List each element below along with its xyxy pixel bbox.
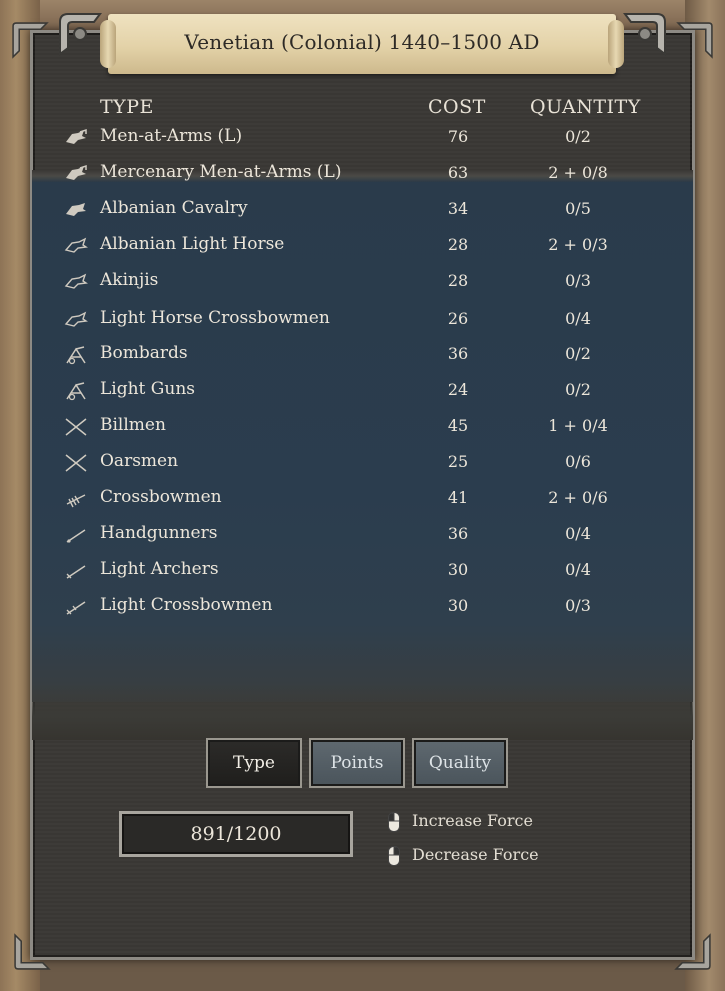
corner-ornament-outer-top-left xyxy=(10,20,50,60)
unit-name: Albanian Cavalry xyxy=(100,198,248,218)
unit-quantity: 2 + 0/3 xyxy=(548,235,608,254)
unit-quantity: 2 + 0/8 xyxy=(548,163,608,182)
unit-cost: 63 xyxy=(447,163,469,182)
corner-ornament-bottom-right xyxy=(673,932,713,972)
unit-quantity: 0/3 xyxy=(565,271,591,290)
handgun-icon xyxy=(64,525,88,545)
unit-cost: 24 xyxy=(447,380,469,399)
map-backdrop-edge xyxy=(32,682,693,740)
unit-name: Light Crossbowmen xyxy=(100,595,273,615)
cavalry-icon xyxy=(64,200,88,220)
unit-cost: 28 xyxy=(447,271,469,290)
unit-row[interactable]: Crossbowmen 41 2 + 0/6 xyxy=(58,485,658,515)
artillery-icon xyxy=(64,381,88,401)
unit-quantity: 1 + 0/4 xyxy=(548,416,608,435)
unit-row[interactable]: Albanian Light Horse 28 2 + 0/3 xyxy=(58,232,658,262)
heavy-cavalry-icon xyxy=(64,164,88,184)
unit-quantity: 0/2 xyxy=(565,127,591,146)
unit-cost: 41 xyxy=(447,488,469,507)
unit-name: Light Guns xyxy=(100,379,195,399)
unit-name: Oarsmen xyxy=(100,451,179,471)
unit-name: Bombards xyxy=(100,343,188,363)
bow-icon xyxy=(64,561,88,581)
mouse-right-click-icon xyxy=(388,846,400,866)
corner-ornament-top-right xyxy=(619,8,671,60)
unit-quantity: 0/2 xyxy=(565,344,591,363)
light-horse-icon xyxy=(64,236,88,256)
crossbow-icon xyxy=(64,489,88,509)
heavy-cavalry-icon xyxy=(64,128,88,148)
unit-row[interactable]: Light Archers 30 0/4 xyxy=(58,557,658,587)
unit-row[interactable]: Handgunners 36 0/4 xyxy=(58,521,658,551)
unit-row[interactable]: Mercenary Men-at-Arms (L) 63 2 + 0/8 xyxy=(58,160,658,190)
sort-by-quality-button[interactable]: Quality xyxy=(412,738,508,788)
decrease-force-label: Decrease Force xyxy=(412,845,539,864)
unit-quantity: 0/3 xyxy=(565,596,591,615)
unit-name: Albanian Light Horse xyxy=(100,234,285,254)
unit-name: Crossbowmen xyxy=(100,487,222,507)
column-header-type: TYPE xyxy=(100,96,154,118)
unit-name: Billmen xyxy=(100,415,166,435)
unit-quantity: 0/6 xyxy=(565,452,591,471)
column-header-cost: COST xyxy=(428,96,486,118)
sort-by-points-button[interactable]: Points xyxy=(309,738,405,788)
unit-quantity: 0/2 xyxy=(565,380,591,399)
unit-row[interactable]: Light Guns 24 0/2 xyxy=(58,377,658,407)
crossed-pikes-icon xyxy=(64,453,88,473)
unit-cost: 36 xyxy=(447,524,469,543)
unit-row[interactable]: Light Horse Crossbowmen 26 0/4 xyxy=(58,306,658,336)
unit-cost: 30 xyxy=(447,596,469,615)
unit-name: Men-at-Arms (L) xyxy=(100,126,243,146)
army-list-title: Venetian (Colonial) 1440–1500 AD xyxy=(184,30,540,54)
unit-name: Light Archers xyxy=(100,559,219,579)
unit-row[interactable]: Akinjis 28 0/3 xyxy=(58,268,658,298)
title-banner: Venetian (Colonial) 1440–1500 AD xyxy=(100,14,624,74)
mouse-left-click-icon xyxy=(388,812,400,832)
increase-force-label: Increase Force xyxy=(412,811,533,830)
unit-name: Mercenary Men-at-Arms (L) xyxy=(100,162,342,182)
light-horse-icon xyxy=(64,310,88,330)
unit-cost: 25 xyxy=(447,452,469,471)
corner-ornament-bottom-left xyxy=(12,932,52,972)
corner-ornament-top-left xyxy=(54,8,106,60)
unit-quantity: 2 + 0/6 xyxy=(548,488,608,507)
unit-row[interactable]: Oarsmen 25 0/6 xyxy=(58,449,658,479)
column-header-quantity: QUANTITY xyxy=(530,96,641,118)
unit-cost: 36 xyxy=(447,344,469,363)
light-horse-icon xyxy=(64,272,88,292)
unit-quantity: 0/5 xyxy=(565,199,591,218)
unit-cost: 45 xyxy=(447,416,469,435)
unit-row[interactable]: Albanian Cavalry 34 0/5 xyxy=(58,196,658,226)
crossed-pikes-icon xyxy=(64,417,88,437)
unit-quantity: 0/4 xyxy=(565,524,591,543)
unit-row[interactable]: Men-at-Arms (L) 76 0/2 xyxy=(58,124,658,154)
unit-cost: 76 xyxy=(447,127,469,146)
unit-cost: 26 xyxy=(447,309,469,328)
unit-cost: 28 xyxy=(447,235,469,254)
unit-name: Handgunners xyxy=(100,523,218,543)
unit-quantity: 0/4 xyxy=(565,309,591,328)
points-total: 891/1200 xyxy=(119,811,353,857)
unit-row[interactable]: Bombards 36 0/2 xyxy=(58,341,658,371)
sort-by-type-button[interactable]: Type xyxy=(206,738,302,788)
corner-ornament-outer-top-right xyxy=(675,20,715,60)
unit-cost: 34 xyxy=(447,199,469,218)
unit-row[interactable]: Billmen 45 1 + 0/4 xyxy=(58,413,658,443)
artillery-icon xyxy=(64,345,88,365)
unit-name: Light Horse Crossbowmen xyxy=(100,308,330,328)
unit-cost: 30 xyxy=(447,560,469,579)
unit-row[interactable]: Light Crossbowmen 30 0/3 xyxy=(58,593,658,623)
bow-icon xyxy=(64,597,88,617)
unit-name: Akinjis xyxy=(100,270,159,290)
unit-quantity: 0/4 xyxy=(565,560,591,579)
